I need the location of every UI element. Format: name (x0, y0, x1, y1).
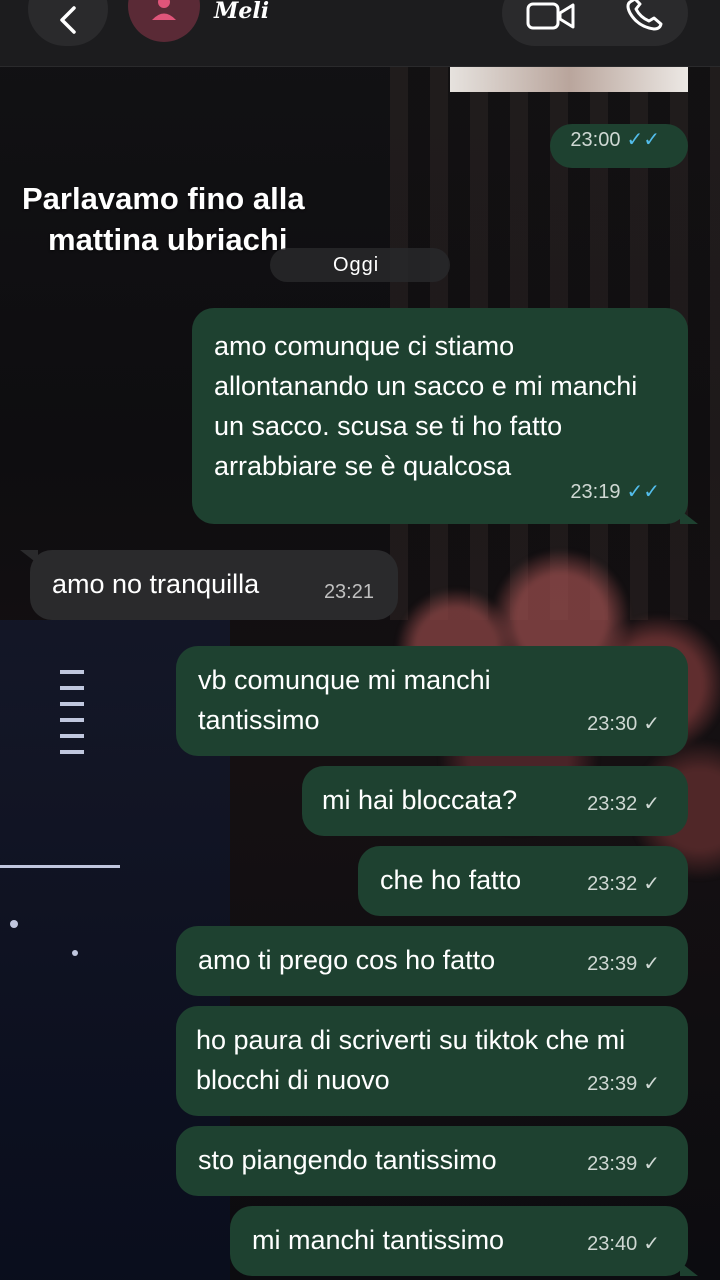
chevron-left-icon (57, 6, 79, 34)
message-bubble-outgoing[interactable]: sto piangendo tantissimo 23:39 ✓ (176, 1126, 688, 1196)
message-time: 23:21 (323, 581, 374, 603)
message-time: 23:19 (570, 481, 621, 503)
message-bubble-outgoing[interactable]: amo comunque ci stiamo allontanando un s… (192, 308, 698, 524)
double-check-read-icon: ✓✓ (626, 481, 660, 503)
check-sent-icon: ✓ (643, 953, 660, 975)
message-bubble-outgoing[interactable]: ho paura di scriverti su tiktok che mi b… (176, 1006, 688, 1116)
check-sent-icon: ✓ (643, 793, 660, 815)
message-text: amo comunque ci stiamo allontanando un s… (214, 331, 638, 481)
message-bubble-outgoing[interactable]: mi hai bloccata? 23:32 ✓ (302, 766, 688, 836)
contact-name[interactable]: Meli (214, 0, 269, 24)
message-time: 23:39 (587, 1153, 638, 1175)
check-sent-icon: ✓ (643, 1233, 660, 1255)
message-time: 23:32 (587, 873, 638, 895)
video-camera-icon[interactable] (526, 1, 576, 36)
message-bubble-outgoing[interactable]: amo ti prego cos ho fatto 23:39 ✓ (176, 926, 688, 996)
contact-avatar[interactable] (128, 0, 200, 42)
chat-header: Meli (0, 0, 720, 67)
message-time: 23:40 (587, 1233, 638, 1255)
shared-photo-thumbnail[interactable] (450, 66, 688, 92)
message-time: 23:39 (587, 1073, 638, 1095)
message-time: 23:30 (587, 713, 638, 735)
call-buttons (502, 0, 688, 46)
phone-icon[interactable] (624, 0, 664, 36)
message-time: 23:00 (570, 129, 621, 151)
double-check-read-icon: ✓✓ (626, 129, 660, 151)
message-text: vb comunque mi manchi tantissimo (198, 665, 491, 735)
story-caption: Parlavamo fino alla mattina ubriachi (22, 178, 305, 260)
back-button[interactable] (28, 0, 108, 46)
message-bubble-outgoing[interactable]: che ho fatto 23:32 ✓ (358, 846, 688, 916)
message-bubble-incoming[interactable]: amo no tranquilla 23:21 (20, 550, 398, 620)
caption-line-2: mattina ubriachi (48, 222, 288, 257)
check-sent-icon: ✓ (643, 873, 660, 895)
message-time: 23:39 (587, 953, 638, 975)
caption-line-1: Parlavamo fino alla (22, 181, 305, 216)
message-time: 23:32 (587, 793, 638, 815)
check-sent-icon: ✓ (643, 713, 660, 735)
check-sent-icon: ✓ (643, 1153, 660, 1175)
message-bubble-outgoing[interactable]: 23:00 ✓✓ (550, 124, 688, 168)
check-sent-icon: ✓ (643, 1073, 660, 1095)
person-icon (149, 0, 179, 26)
message-bubble-outgoing[interactable]: vb comunque mi manchi tantissimo 23:30 ✓ (176, 646, 688, 756)
message-bubble-outgoing[interactable]: mi manchi tantissimo 23:40 ✓ (230, 1206, 698, 1276)
date-separator: Oggi (333, 254, 380, 276)
